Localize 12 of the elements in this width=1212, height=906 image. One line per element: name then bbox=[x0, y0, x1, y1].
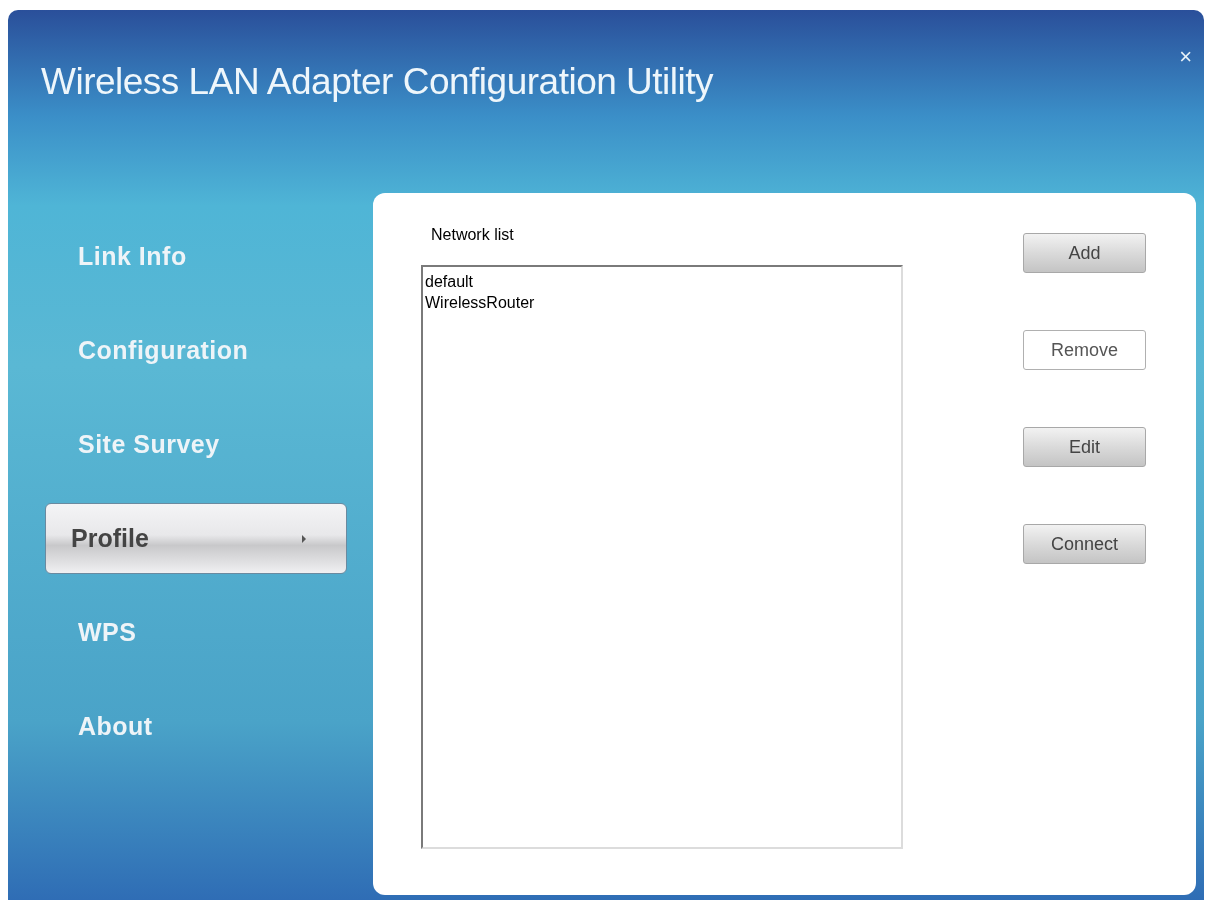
sidebar-item[interactable]: Profile bbox=[45, 503, 347, 574]
action-button[interactable]: Connect bbox=[1023, 524, 1146, 564]
network-list-label: Network list bbox=[430, 225, 515, 245]
network-list[interactable]: default WirelessRouter bbox=[421, 265, 903, 849]
list-item[interactable]: default bbox=[425, 271, 474, 292]
action-button[interactable]: Add bbox=[1023, 233, 1146, 273]
action-button[interactable]: Remove bbox=[1023, 330, 1146, 370]
arrow-icon bbox=[302, 534, 306, 543]
window-title: Wireless LAN Adapter Configuration Utility bbox=[41, 60, 713, 104]
close-button[interactable]: × bbox=[1179, 46, 1192, 68]
list-item[interactable]: WirelessRouter bbox=[425, 292, 535, 313]
action-button[interactable]: Edit bbox=[1023, 427, 1146, 467]
